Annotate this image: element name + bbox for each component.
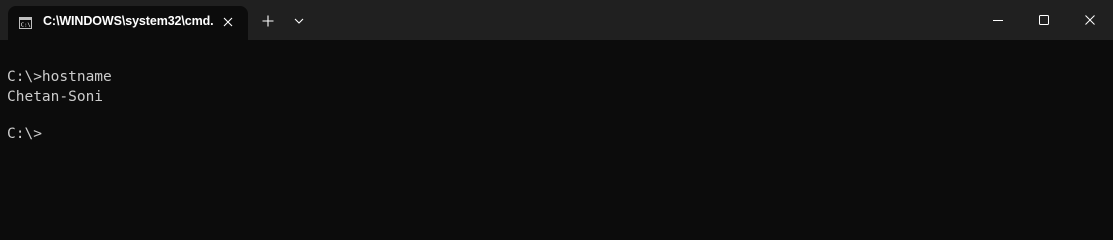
new-tab-button[interactable] [259,12,277,30]
svg-text:C:\: C:\ [21,23,31,29]
console-line: C:\>hostname [7,69,112,85]
maximize-icon [1039,15,1049,25]
title-bar[interactable]: C:\ C:\WINDOWS\system32\cmd. [0,0,1113,40]
console-output[interactable]: C:\>hostname Chetan-Soni C:\> [0,40,1113,208]
minimize-icon [993,20,1003,21]
close-icon [223,17,233,27]
maximize-button[interactable] [1021,0,1067,40]
terminal-window: C:\ C:\WINDOWS\system32\cmd. C:\>hostnam… [0,0,1113,208]
close-icon [1085,15,1095,25]
tab-dropdown-button[interactable] [290,12,308,30]
tab-cmd[interactable]: C:\ C:\WINDOWS\system32\cmd. [8,6,248,40]
tab-close-button[interactable] [220,14,236,30]
plus-icon [262,15,274,27]
chevron-down-icon [294,18,304,24]
cmd-icon: C:\ [19,17,32,29]
console-prompt[interactable]: C:\> [7,125,42,143]
close-window-button[interactable] [1067,0,1113,40]
console-line: Chetan-Soni [7,89,104,105]
tab-title: C:\WINDOWS\system32\cmd. [43,14,214,28]
minimize-button[interactable] [975,0,1021,40]
